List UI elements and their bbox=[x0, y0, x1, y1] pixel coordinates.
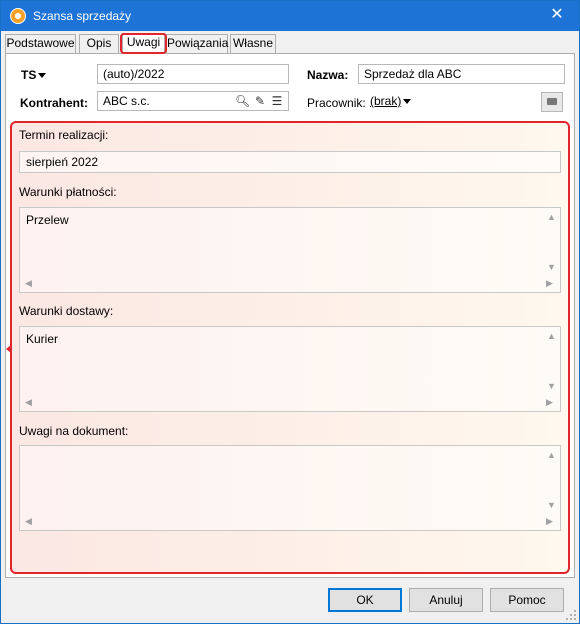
horizontal-scrollbar[interactable]: ◀ ▶ bbox=[20, 513, 560, 530]
horizontal-scrollbar[interactable]: ◀ ▶ bbox=[20, 394, 560, 411]
app-logo-icon bbox=[10, 8, 26, 24]
vertical-scrollbar[interactable]: ▲ ▼ bbox=[543, 208, 560, 276]
pracownik-value: (brak) bbox=[370, 94, 402, 108]
platnosci-label: Warunki płatności: bbox=[19, 185, 117, 199]
tab-powiazania[interactable]: Powiązania bbox=[166, 34, 228, 53]
scroll-right-icon[interactable]: ▶ bbox=[546, 278, 553, 288]
scroll-up-icon[interactable]: ▲ bbox=[547, 450, 556, 460]
ts-dropdown[interactable]: TS bbox=[21, 68, 47, 82]
scroll-right-icon[interactable]: ▶ bbox=[546, 516, 553, 526]
dostawy-value: Kurier bbox=[26, 332, 59, 346]
kontrahent-label: Kontrahent: bbox=[20, 96, 88, 110]
uwagi-textarea[interactable]: ▲ ▼ ◀ ▶ bbox=[19, 445, 561, 531]
tab-opis[interactable]: Opis bbox=[79, 34, 119, 53]
comment-button[interactable] bbox=[541, 92, 563, 112]
nazwa-label: Nazwa: bbox=[307, 68, 349, 82]
kontrahent-field[interactable]: ABC s.c. 🔍︎ ✎ ☰ bbox=[97, 91, 289, 111]
kontrahent-value: ABC s.c. bbox=[103, 94, 150, 108]
ts-label: TS bbox=[21, 68, 37, 82]
termin-field[interactable]: sierpień 2022 bbox=[19, 151, 561, 173]
pracownik-label: Pracownik: bbox=[307, 96, 366, 110]
close-button[interactable]: ✕ bbox=[547, 5, 567, 25]
termin-label: Termin realizacji: bbox=[19, 128, 109, 142]
platnosci-textarea[interactable]: Przelew ▲ ▼ ◀ ▶ bbox=[19, 207, 561, 293]
scroll-down-icon[interactable]: ▼ bbox=[547, 262, 556, 272]
horizontal-scrollbar[interactable]: ◀ ▶ bbox=[20, 275, 560, 292]
tab-uwagi[interactable]: Uwagi bbox=[122, 33, 165, 54]
cancel-button[interactable]: Anuluj bbox=[409, 588, 483, 612]
title-bar: Szansa sprzedaży ✕ bbox=[1, 1, 579, 31]
document-number-field[interactable]: (auto)/2022 bbox=[97, 64, 289, 84]
platnosci-value: Przelew bbox=[26, 213, 69, 227]
scroll-left-icon[interactable]: ◀ bbox=[25, 278, 32, 288]
scroll-down-icon[interactable]: ▼ bbox=[547, 381, 556, 391]
scroll-left-icon[interactable]: ◀ bbox=[25, 397, 32, 407]
search-icon[interactable]: 🔍︎ bbox=[235, 94, 250, 108]
help-button[interactable]: Pomoc bbox=[490, 588, 564, 612]
nazwa-field[interactable]: Sprzedaż dla ABC bbox=[358, 64, 565, 84]
list-icon[interactable]: ☰ bbox=[270, 94, 284, 108]
pracownik-dropdown[interactable]: (brak) bbox=[370, 94, 412, 108]
scroll-up-icon[interactable]: ▲ bbox=[547, 212, 556, 222]
scroll-left-icon[interactable]: ◀ bbox=[25, 516, 32, 526]
chevron-down-icon bbox=[403, 99, 412, 105]
scroll-up-icon[interactable]: ▲ bbox=[547, 331, 556, 341]
edit-icon[interactable]: ✎ bbox=[253, 94, 267, 108]
window-title: Szansa sprzedaży bbox=[33, 9, 132, 23]
dialog-window: Szansa sprzedaży ✕ Podstawowe Opis Uwagi… bbox=[0, 0, 580, 624]
ok-button[interactable]: OK bbox=[328, 588, 402, 612]
uwagi-label: Uwagi na dokument: bbox=[19, 424, 129, 438]
scroll-down-icon[interactable]: ▼ bbox=[547, 500, 556, 510]
dostawy-label: Warunki dostawy: bbox=[19, 304, 114, 318]
vertical-scrollbar[interactable]: ▲ ▼ bbox=[543, 327, 560, 395]
highlight-pointer-icon bbox=[6, 345, 11, 353]
tab-podstawowe[interactable]: Podstawowe bbox=[5, 34, 76, 53]
vertical-scrollbar[interactable]: ▲ ▼ bbox=[543, 446, 560, 514]
tab-wlasne[interactable]: Własne bbox=[230, 34, 276, 53]
dostawy-textarea[interactable]: Kurier ▲ ▼ ◀ ▶ bbox=[19, 326, 561, 412]
chevron-down-icon bbox=[38, 73, 47, 79]
scroll-right-icon[interactable]: ▶ bbox=[546, 397, 553, 407]
resize-grip-icon[interactable] bbox=[566, 610, 576, 620]
